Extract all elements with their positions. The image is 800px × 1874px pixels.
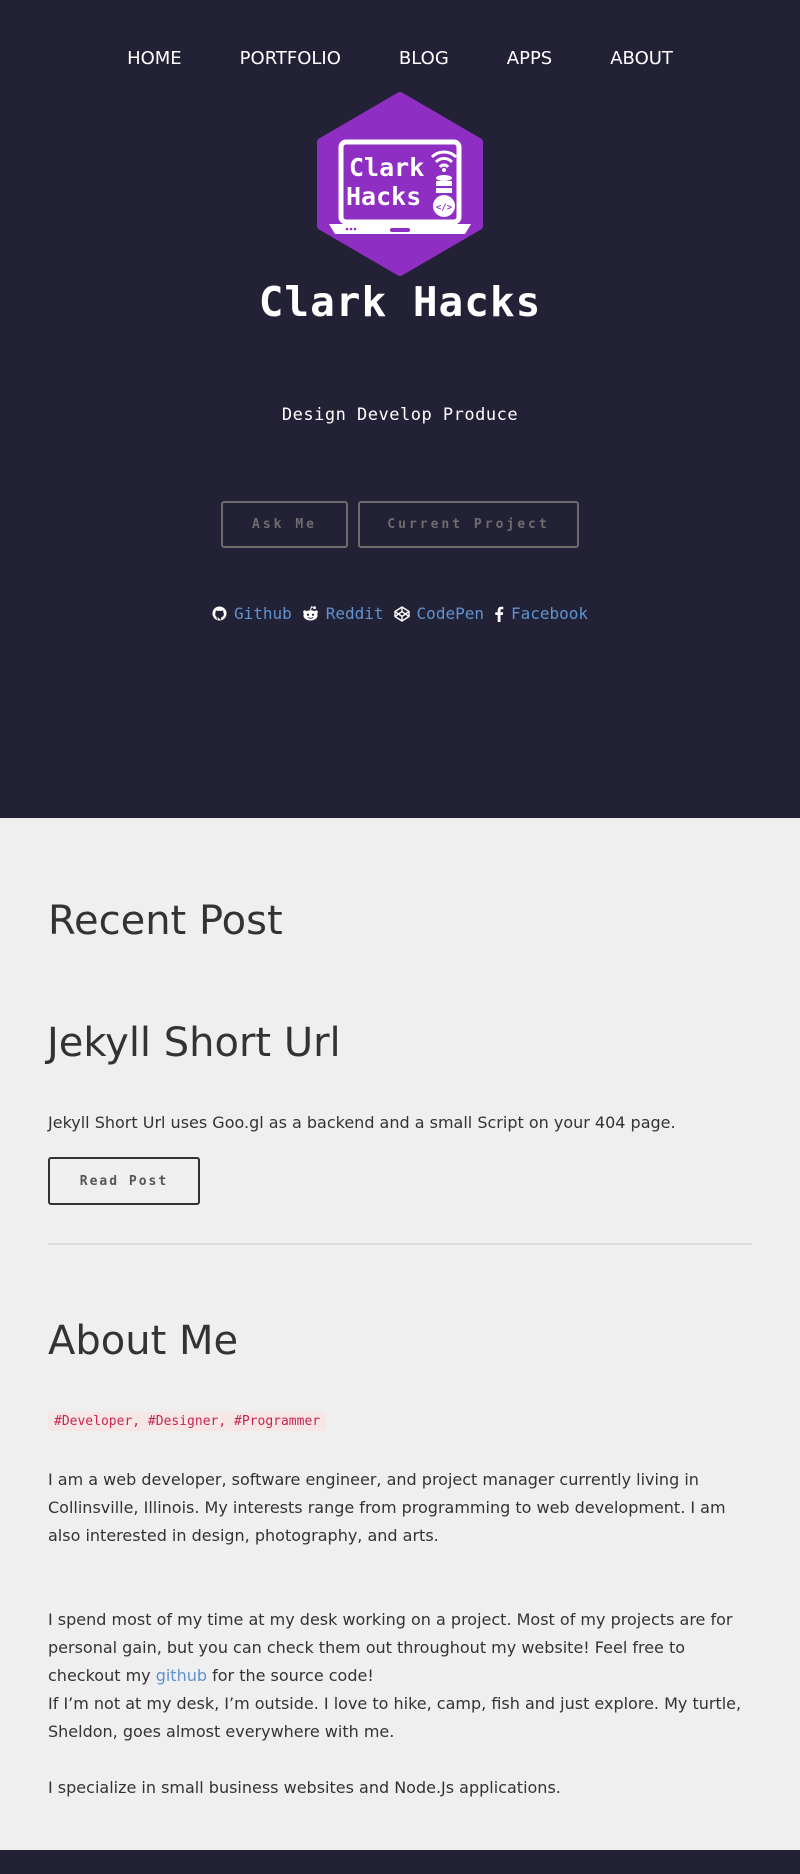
- read-post-button[interactable]: Read Post: [48, 1157, 200, 1205]
- about-paragraph-3: If I’m not at my desk, I’m outside. I lo…: [48, 1694, 742, 1741]
- codepen-link[interactable]: CodePen: [393, 604, 484, 623]
- github-icon: [212, 606, 227, 621]
- svg-text:</>: </>: [436, 203, 453, 213]
- about-paragraph-2: I spend most of my time at my desk worki…: [48, 1606, 758, 1690]
- skills-tags: #Developer, #Designer, #Programmer: [48, 1412, 327, 1431]
- about-p2-tail: for the source code!: [207, 1666, 374, 1685]
- about-paragraph-1: I am a web developer, software engineer,…: [48, 1470, 726, 1545]
- main-nav: HOME PORTFOLIO BLOG APPS ABOUT: [0, 48, 800, 69]
- svg-text:Hacks: Hacks: [346, 182, 421, 211]
- nav-home[interactable]: HOME: [127, 48, 182, 69]
- hero-buttons: Ask Me Current Project: [0, 501, 800, 548]
- recent-post-heading: Recent Post: [48, 898, 283, 944]
- reddit-link[interactable]: Reddit: [302, 604, 384, 623]
- footer: [0, 1850, 800, 1874]
- post-description: Jekyll Short Url uses Goo.gl as a backen…: [48, 1113, 676, 1132]
- about-paragraph-4: I specialize in small business websites …: [48, 1778, 561, 1797]
- post-title[interactable]: Jekyll Short Url: [47, 1020, 341, 1066]
- reddit-icon: [302, 606, 318, 621]
- reddit-label: Reddit: [325, 604, 384, 623]
- facebook-icon: [495, 606, 504, 622]
- hero-section: HOME PORTFOLIO BLOG APPS ABOUT Clark Hac…: [0, 0, 800, 818]
- section-divider: [48, 1243, 752, 1245]
- about-p2-text: I spend most of my time at my desk worki…: [48, 1610, 733, 1685]
- nav-portfolio[interactable]: PORTFOLIO: [240, 48, 341, 69]
- codepen-icon: [393, 605, 410, 622]
- github-link[interactable]: Github: [212, 604, 292, 623]
- nav-blog[interactable]: BLOG: [399, 48, 449, 69]
- svg-text:Clark: Clark: [349, 153, 424, 182]
- nav-apps[interactable]: APPS: [507, 48, 552, 69]
- site-title: Clark Hacks: [258, 278, 542, 326]
- github-label: Github: [233, 604, 292, 623]
- social-links: Github Reddit CodePen Facebook: [0, 604, 800, 623]
- current-project-button[interactable]: Current Project: [358, 501, 579, 548]
- ask-me-button[interactable]: Ask Me: [221, 501, 348, 548]
- facebook-link[interactable]: Facebook: [494, 604, 588, 623]
- about-heading: About Me: [48, 1318, 239, 1364]
- nav-about[interactable]: ABOUT: [610, 48, 673, 69]
- tagline: Design Develop Produce: [281, 405, 519, 425]
- facebook-label: Facebook: [510, 604, 589, 623]
- codepen-label: CodePen: [416, 604, 484, 623]
- laptop-database-logo[interactable]: Clark Hacks </>: [317, 92, 483, 276]
- github-inline-link[interactable]: github: [156, 1666, 207, 1685]
